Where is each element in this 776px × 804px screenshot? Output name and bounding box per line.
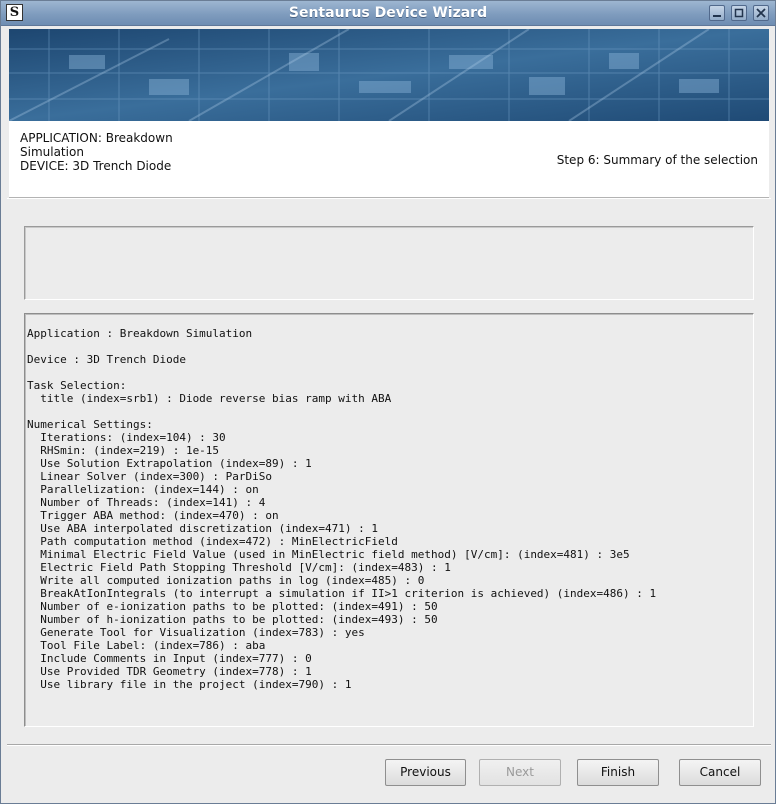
summary-line: Write all computed ionization paths in l… xyxy=(27,574,425,587)
summary-line: Iterations: (index=104) : 30 xyxy=(27,431,226,444)
summary-text-area[interactable]: Application : Breakdown Simulation Devic… xyxy=(24,313,754,727)
summary-line: Tool File Label: (index=786) : aba xyxy=(27,639,266,652)
summary-text: Application : Breakdown Simulation Devic… xyxy=(25,314,753,691)
application-label: APPLICATION: Breakdown xyxy=(20,131,173,145)
summary-line: Device : 3D Trench Diode xyxy=(27,353,186,366)
summary-line: Number of Threads: (index=141) : 4 xyxy=(27,496,266,509)
device-label: DEVICE: 3D Trench Diode xyxy=(20,159,172,173)
summary-line: Use Solution Extrapolation (index=89) : … xyxy=(27,457,312,470)
window-title: Sentaurus Device Wizard xyxy=(288,5,488,21)
selection-info: APPLICATION: Breakdown Simulation DEVICE… xyxy=(20,131,190,173)
summary-line: Parallelization: (index=144) : on xyxy=(27,483,259,496)
summary-line: Task Selection: xyxy=(27,379,127,392)
summary-line: Include Comments in Input (index=777) : … xyxy=(27,652,312,665)
summary-line: BreakAtIonIntegrals (to interrupt a simu… xyxy=(27,587,657,600)
application-label-continued: Simulation xyxy=(20,145,84,159)
wizard-window: S Sentaurus Device Wizard APPLICATION: B… xyxy=(0,0,776,804)
close-icon[interactable] xyxy=(753,5,769,21)
wizard-header: APPLICATION: Breakdown Simulation DEVICE… xyxy=(9,121,769,198)
summary-line: Generate Tool for Visualization (index=7… xyxy=(27,626,365,639)
summary-line: Number of e-ionization paths to be plott… xyxy=(27,600,438,613)
button-separator xyxy=(7,744,771,746)
title-bar[interactable]: S Sentaurus Device Wizard xyxy=(1,1,775,26)
summary-line: Minimal Electric Field Value (used in Mi… xyxy=(27,548,630,561)
summary-line: Numerical Settings: xyxy=(27,418,153,431)
summary-line: Use Provided TDR Geometry (index=778) : … xyxy=(27,665,312,678)
summary-line: Application : Breakdown Simulation xyxy=(27,327,253,340)
previous-button[interactable]: Previous xyxy=(385,759,466,786)
summary-line: Trigger ABA method: (index=470) : on xyxy=(27,509,279,522)
summary-line: Linear Solver (index=300) : ParDiSo xyxy=(27,470,273,483)
wizard-content: Application : Breakdown Simulation Devic… xyxy=(7,198,771,745)
description-box xyxy=(24,226,754,300)
summary-line: Electric Field Path Stopping Threshold [… xyxy=(27,561,451,574)
step-label: Step 6: Summary of the selection xyxy=(556,153,758,167)
summary-line: Path computation method (index=472) : Mi… xyxy=(27,535,398,548)
summary-line: Number of h-ionization paths to be plott… xyxy=(27,613,438,626)
summary-line: Use ABA interpolated discretization (ind… xyxy=(27,522,378,535)
summary-line: title (index=srb1) : Diode reverse bias … xyxy=(27,392,392,405)
header-banner-image xyxy=(9,29,769,121)
summary-line: RHSmin: (index=219) : 1e-15 xyxy=(27,444,220,457)
maximize-icon[interactable] xyxy=(731,5,747,21)
next-button[interactable]: Next xyxy=(479,759,561,786)
cancel-button[interactable]: Cancel xyxy=(679,759,761,786)
finish-button[interactable]: Finish xyxy=(577,759,659,786)
minimize-icon[interactable] xyxy=(709,5,725,21)
summary-line: Use library file in the project (index=7… xyxy=(27,678,352,691)
